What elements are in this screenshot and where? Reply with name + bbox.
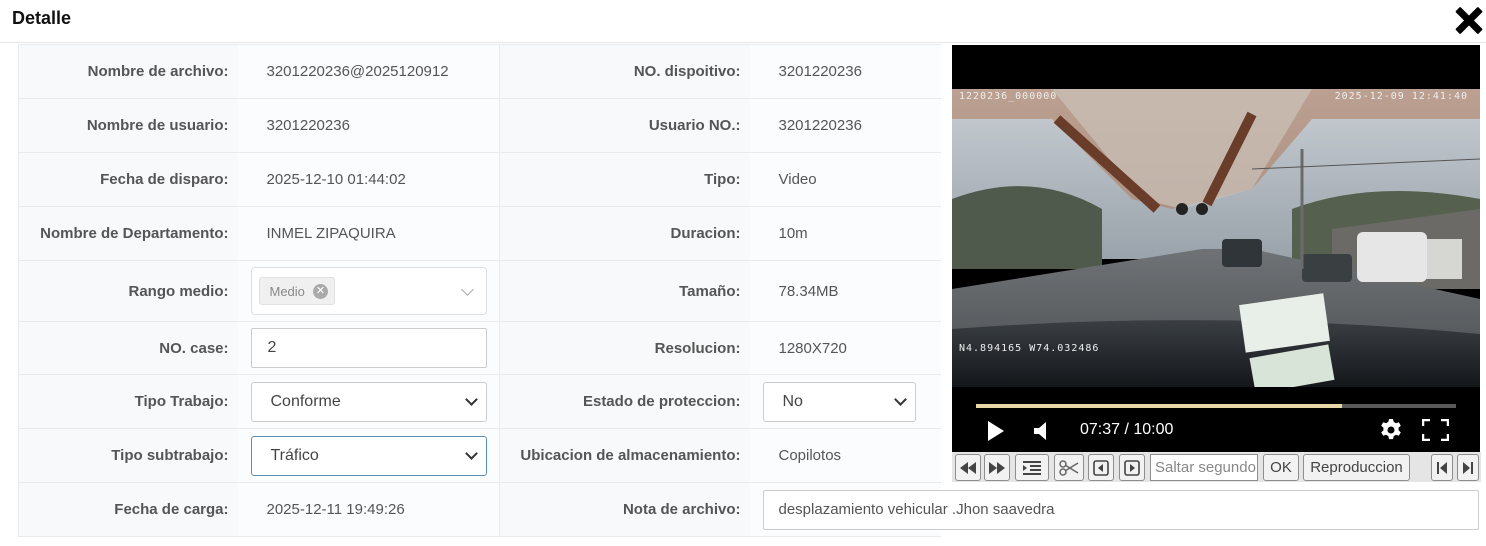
volume-icon[interactable] <box>1032 420 1050 442</box>
field-label: Tipo subtrabajo: <box>18 428 238 483</box>
fullscreen-icon[interactable] <box>1422 419 1449 441</box>
case-no-input[interactable]: 2 <box>250 328 487 368</box>
osd-camera-id: 1220236_000000 <box>959 91 1058 102</box>
department-value: INMEL ZIPAQUIRA <box>237 206 500 261</box>
replay-button[interactable]: Reproduccion <box>1303 454 1410 481</box>
field-label: Fecha de carga: <box>18 482 238 537</box>
video-time: 07:37 / 10:00 <box>1080 421 1174 438</box>
field-label: Ubicacion de almacenamiento: <box>499 428 750 483</box>
field-label: NO. case: <box>18 321 238 375</box>
table-row: Nombre de usuario: 3201220236 Usuario NO… <box>18 98 941 153</box>
field-label: NO. dispoitivo: <box>499 44 750 99</box>
fast-forward-icon[interactable] <box>984 454 1010 481</box>
size-value: 78.34MB <box>749 260 941 322</box>
table-row: Nombre de archivo: 3201220236@2025120912… <box>18 44 941 99</box>
video-progress-bar[interactable] <box>976 404 1456 408</box>
frame-forward-icon[interactable] <box>1119 454 1145 481</box>
scissors-icon[interactable] <box>1054 454 1084 481</box>
shot-date-value: 2025-12-10 01:44:02 <box>237 152 500 207</box>
gear-icon[interactable] <box>1379 418 1403 442</box>
protection-state-select[interactable]: No <box>762 381 916 422</box>
resolution-value: 1280X720 <box>749 321 941 375</box>
progress-fill <box>976 404 1342 408</box>
field-label: Tipo Trabajo: <box>18 374 238 429</box>
skip-end-icon[interactable] <box>1457 454 1479 481</box>
field-label: Nombre de Departamento: <box>18 206 238 261</box>
seek-seconds-input[interactable]: Saltar segundo <box>1150 454 1258 481</box>
work-type-select[interactable]: Conforme <box>250 381 487 422</box>
field-label: Estado de proteccion: <box>499 374 750 429</box>
field-label: Nota de archivo: <box>499 482 750 537</box>
skip-start-icon[interactable] <box>1431 454 1453 481</box>
subwork-type-select[interactable]: Tráfico <box>250 435 487 476</box>
player-toolbar: Saltar segundo OK Reproduccion <box>952 452 1481 482</box>
chevron-down-icon <box>893 392 907 406</box>
table-row: Tipo subtrabajo: Tráfico Ubicacion de al… <box>18 428 941 483</box>
video-frame[interactable]: 1220236_000000 2025-12-09 12:41:40 N4.89… <box>952 89 1480 387</box>
field-label: Duracion: <box>499 206 750 261</box>
media-range-tag: Medio ✕ <box>258 277 335 305</box>
table-row: Rango medio: Medio ✕ Tamaño: 78.34MB <box>18 260 941 322</box>
protection-state-value: No <box>782 392 803 410</box>
subwork-type-value: Tráfico <box>270 446 319 464</box>
field-label: Fecha de disparo: <box>18 152 238 207</box>
osd-gps: N4.894165 W74.032486 <box>959 343 1100 354</box>
duration-value: 10m <box>749 206 941 261</box>
chevron-down-icon <box>464 446 478 460</box>
rewind-icon[interactable] <box>955 454 981 481</box>
type-value: Video <box>749 152 941 207</box>
table-row: Nombre de Departamento: INMEL ZIPAQUIRA … <box>18 206 941 261</box>
file-name-value: 3201220236@2025120912 <box>237 44 500 99</box>
work-type-value: Conforme <box>270 392 341 410</box>
field-label: Resolucion: <box>499 321 750 375</box>
tag-label: Medio <box>269 283 305 299</box>
field-label: Nombre de usuario: <box>18 98 238 153</box>
dialog-header: Detalle <box>0 0 1486 43</box>
play-icon[interactable] <box>986 420 1006 442</box>
ok-button[interactable]: OK <box>1263 454 1299 481</box>
chevron-down-icon <box>464 392 478 406</box>
video-player[interactable]: 1220236_000000 2025-12-09 12:41:40 N4.89… <box>952 45 1480 481</box>
user-no-value: 3201220236 <box>749 98 941 153</box>
file-note-input[interactable]: desplazamiento vehicular .Jhon saavedra <box>762 489 1479 530</box>
storage-location-value: Copilotos <box>749 428 941 483</box>
table-row: Fecha de carga: 2025-12-11 19:49:26 Nota… <box>18 482 1479 537</box>
device-no-value: 3201220236 <box>749 44 941 99</box>
dialog-title: Detalle <box>12 8 72 28</box>
table-row: NO. case: 2 Resolucion: 1280X720 <box>18 321 941 375</box>
media-range-select[interactable]: Medio ✕ <box>250 267 487 315</box>
table-row: Tipo Trabajo: Conforme Estado de protecc… <box>18 374 941 429</box>
close-icon[interactable] <box>1452 4 1486 38</box>
osd-datetime: 2025-12-09 12:41:40 <box>1334 91 1468 102</box>
table-row: Fecha de disparo: 2025-12-10 01:44:02 Ti… <box>18 152 941 207</box>
indent-icon[interactable] <box>1015 454 1049 481</box>
upload-date-value: 2025-12-11 19:49:26 <box>237 482 500 537</box>
tag-remove-icon[interactable]: ✕ <box>312 283 328 299</box>
detail-table: Nombre de archivo: 3201220236@2025120912… <box>18 44 1479 537</box>
field-label: Nombre de archivo: <box>18 44 238 99</box>
field-label: Tipo: <box>499 152 750 207</box>
user-name-value: 3201220236 <box>237 98 500 153</box>
field-label: Rango medio: <box>18 260 238 322</box>
chevron-down-icon <box>460 283 474 296</box>
field-label: Tamaño: <box>499 260 750 322</box>
field-label: Usuario NO.: <box>499 98 750 153</box>
frame-back-icon[interactable] <box>1088 454 1114 481</box>
